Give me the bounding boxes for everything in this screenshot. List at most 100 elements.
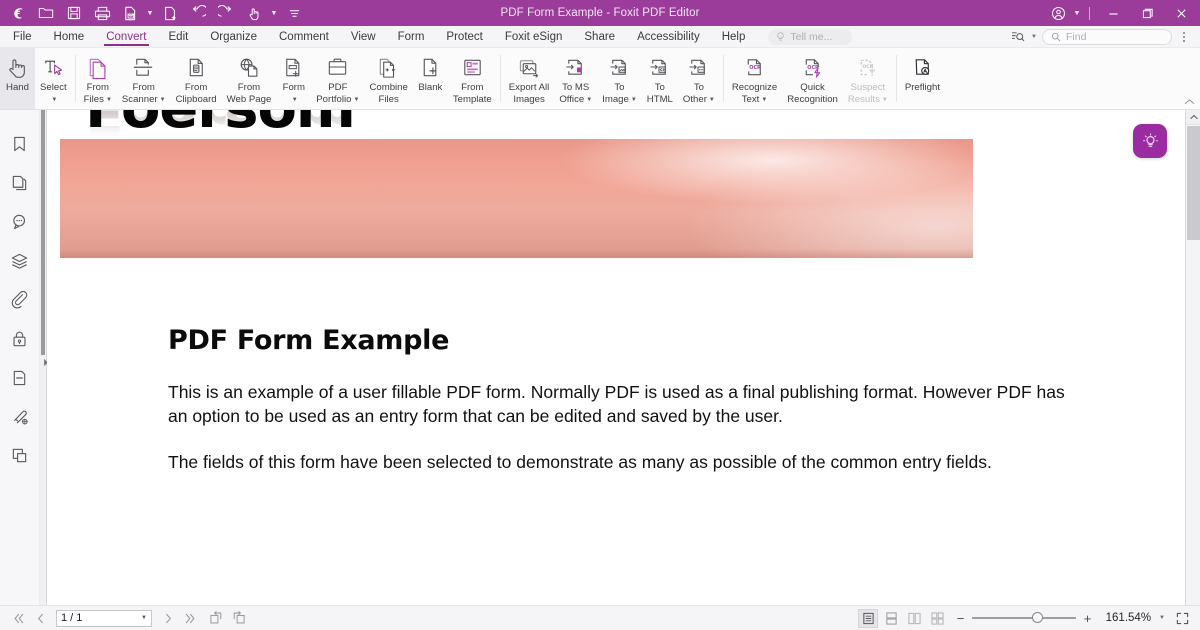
- account-caret-icon[interactable]: ▼: [1071, 1, 1083, 25]
- redo-icon[interactable]: [212, 1, 240, 25]
- suspect-results-button[interactable]: OCR Suspect Results ▼: [843, 48, 893, 109]
- to-html-button[interactable]: To HTML: [642, 48, 678, 109]
- blank-button[interactable]: Blank: [413, 48, 448, 109]
- fullscreen-button[interactable]: [1172, 609, 1192, 628]
- more-options-icon[interactable]: [1174, 28, 1194, 46]
- select-tool-button[interactable]: Select ▼: [35, 48, 72, 109]
- from-scanner-button[interactable]: From Scanner ▼: [117, 48, 171, 109]
- menu-item-file[interactable]: File: [0, 26, 43, 47]
- suspect-results-caret-icon[interactable]: ▼: [882, 97, 888, 103]
- to-image-caret-icon[interactable]: ▼: [631, 97, 637, 103]
- menu-item-help[interactable]: Help: [711, 26, 757, 47]
- from-files-caret-icon[interactable]: ▼: [106, 97, 112, 103]
- minimize-button[interactable]: [1096, 0, 1130, 26]
- to-ms-office-button[interactable]: To MS Office ▼: [554, 48, 597, 109]
- form-caret-icon[interactable]: ▼: [290, 94, 298, 107]
- zoom-out-button[interactable]: −: [954, 611, 967, 626]
- menu-item-accessibility[interactable]: Accessibility: [626, 26, 711, 47]
- single-page-view-button[interactable]: [858, 608, 879, 628]
- menu-item-view[interactable]: View: [340, 26, 387, 47]
- export-all-images-button[interactable]: Export All Images: [504, 48, 555, 109]
- sidebar-item-comments[interactable]: [7, 210, 33, 233]
- to-other-caret-icon[interactable]: ▼: [709, 97, 715, 103]
- sidebar-item-digital-signatures[interactable]: [7, 405, 33, 428]
- foxit-logo-icon[interactable]: [4, 1, 32, 25]
- sidebar-item-attachments[interactable]: [7, 288, 33, 311]
- search-options-icon[interactable]: [1008, 28, 1028, 46]
- from-web-page-button[interactable]: From Web Page: [222, 48, 277, 109]
- continuous-scroll-button[interactable]: [881, 609, 901, 628]
- last-page-button[interactable]: [180, 609, 200, 628]
- combine-files-button[interactable]: Combine Files: [364, 48, 412, 109]
- facing-continuous-button[interactable]: [927, 609, 947, 628]
- print-icon[interactable]: [88, 1, 116, 25]
- first-page-button[interactable]: [8, 609, 28, 628]
- vertical-scrollbar[interactable]: [1185, 110, 1200, 605]
- pane-splitter[interactable]: [40, 110, 48, 605]
- close-button[interactable]: [1164, 0, 1198, 26]
- menu-item-form[interactable]: Form: [387, 26, 436, 47]
- pdf-page[interactable]: Foersom Foersom PDF Form Example This is…: [60, 110, 1177, 605]
- menu-item-convert[interactable]: Convert: [95, 26, 157, 47]
- account-icon[interactable]: [1045, 0, 1071, 26]
- from-template-button[interactable]: From Template: [448, 48, 497, 109]
- maximize-button[interactable]: [1130, 0, 1164, 26]
- quick-recognition-button[interactable]: OCR Quick Recognition: [782, 48, 843, 109]
- sidebar-item-stamps[interactable]: [7, 444, 33, 467]
- sidebar-item-bookmarks[interactable]: [7, 132, 33, 155]
- menu-item-comment[interactable]: Comment: [268, 26, 340, 47]
- from-files-button[interactable]: From Files ▼: [79, 48, 117, 109]
- create-pdf-icon[interactable]: [156, 1, 184, 25]
- select-tool-caret-icon[interactable]: ▼: [49, 94, 57, 107]
- next-page-button[interactable]: [158, 609, 178, 628]
- zoom-knob[interactable]: [1032, 612, 1044, 624]
- form-button[interactable]: Form ▼: [276, 48, 311, 109]
- touch-mode-caret-icon[interactable]: ▼: [268, 1, 280, 25]
- menu-item-foxit-esign[interactable]: Foxit eSign: [494, 26, 574, 47]
- sidebar-item-page-thumbnails[interactable]: [7, 171, 33, 194]
- facing-view-button[interactable]: [904, 609, 924, 628]
- page-dropdown-caret-icon[interactable]: ▼: [141, 615, 147, 621]
- find-input[interactable]: Find: [1042, 28, 1172, 45]
- scroll-up-icon[interactable]: [1186, 110, 1200, 125]
- zoom-in-button[interactable]: +: [1081, 611, 1094, 626]
- sidebar-item-fields[interactable]: [7, 366, 33, 389]
- sidebar-item-layers[interactable]: [7, 249, 33, 272]
- rotate-right-button[interactable]: [228, 609, 248, 628]
- recognize-text-caret-icon[interactable]: ▼: [761, 97, 767, 103]
- rotate-left-button[interactable]: [206, 609, 226, 628]
- collapse-ribbon-icon[interactable]: [1184, 98, 1195, 106]
- from-clipboard-button[interactable]: From Clipboard: [171, 48, 222, 109]
- previous-page-button[interactable]: [30, 609, 50, 628]
- menu-item-edit[interactable]: Edit: [158, 26, 200, 47]
- page-number-input[interactable]: 1 / 1 ▼: [56, 609, 152, 627]
- to-image-button[interactable]: To Image ▼: [597, 48, 642, 109]
- zoom-dropdown-caret-icon[interactable]: ▼: [1154, 615, 1169, 621]
- document-area[interactable]: Foersom Foersom PDF Form Example This is…: [47, 110, 1200, 605]
- recognize-text-button[interactable]: OCR Recognize Text ▼: [727, 48, 782, 109]
- pdf-portfolio-button[interactable]: PDF Portfolio ▼: [311, 48, 364, 109]
- customize-toolbar-icon[interactable]: [280, 1, 308, 25]
- to-ms-office-caret-icon[interactable]: ▼: [586, 97, 592, 103]
- sidebar-item-security[interactable]: [7, 327, 33, 350]
- zoom-slider[interactable]: − +: [954, 611, 1094, 626]
- ai-assistant-button[interactable]: [1133, 124, 1167, 158]
- preflight-button[interactable]: Preflight: [900, 48, 945, 109]
- save-icon[interactable]: [60, 1, 88, 25]
- menu-item-organize[interactable]: Organize: [199, 26, 268, 47]
- menu-item-protect[interactable]: Protect: [435, 26, 493, 47]
- search-options-caret-icon[interactable]: ▼: [1030, 34, 1040, 40]
- scrollbar-thumb[interactable]: [1187, 126, 1200, 240]
- email-document-icon[interactable]: [116, 1, 144, 25]
- undo-icon[interactable]: [184, 1, 212, 25]
- open-folder-icon[interactable]: [32, 1, 60, 25]
- hand-tool-button[interactable]: Hand: [0, 48, 35, 109]
- from-scanner-caret-icon[interactable]: ▼: [160, 97, 166, 103]
- pdf-portfolio-caret-icon[interactable]: ▼: [353, 97, 359, 103]
- to-other-button[interactable]: To Other ▼: [678, 48, 720, 109]
- menu-item-share[interactable]: Share: [573, 26, 626, 47]
- touch-mode-icon[interactable]: [240, 1, 268, 25]
- email-caret-icon[interactable]: ▼: [144, 1, 156, 25]
- zoom-track[interactable]: [972, 612, 1077, 624]
- menu-item-home[interactable]: Home: [43, 26, 96, 47]
